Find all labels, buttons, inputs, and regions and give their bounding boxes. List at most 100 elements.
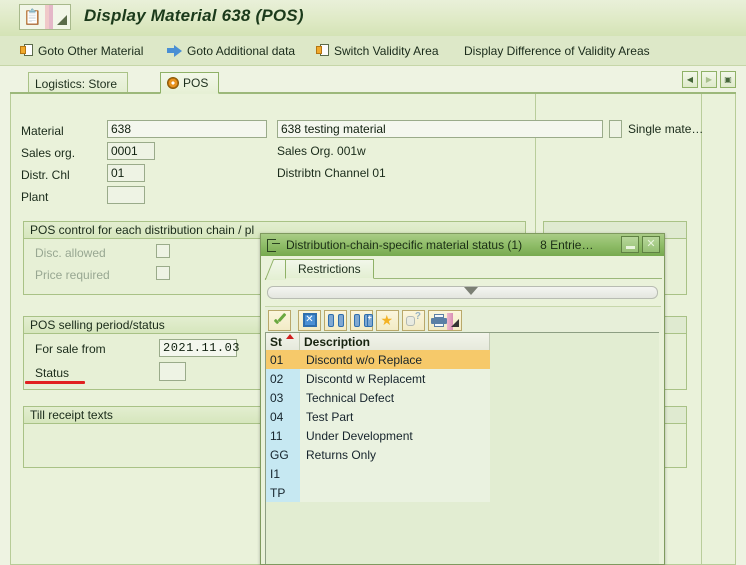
table-row[interactable]: I1 (266, 464, 490, 483)
row-description: Test Part (300, 407, 490, 426)
tab-strip: Logistics: Store POS ◀ ▶ ▣ (10, 71, 736, 94)
tab-restrictions-label: Restrictions (298, 262, 361, 276)
row-description (300, 483, 490, 502)
goto-other-material-label: Goto Other Material (38, 43, 144, 58)
personal-value-list-button[interactable]: ★ (376, 309, 399, 331)
find-next-button[interactable]: + (350, 309, 373, 331)
for-sale-from-label: For sale from (35, 342, 106, 356)
tab-prev-button[interactable]: ◀ (682, 71, 698, 88)
material-status-table: St Description 01 Discontd w/o Replace 0… (265, 332, 659, 564)
sap-system-menu-icon: 📋 (23, 8, 42, 26)
page-title: Display Material 638 (POS) (84, 6, 304, 25)
distr-chl-row: Distr. Chl (21, 166, 107, 184)
row-description (300, 464, 490, 483)
table-header-row: St Description (266, 333, 490, 351)
check-icon (273, 315, 287, 326)
row-status-code: I1 (266, 464, 300, 483)
status-input[interactable] (159, 362, 186, 381)
goto-additional-data-button[interactable]: Goto Additional data (167, 41, 295, 60)
tab-next-icon: ▶ (705, 74, 713, 84)
display-difference-validity-areas-button[interactable]: Display Difference of Validity Areas (464, 41, 650, 60)
table-row[interactable]: 11 Under Development (266, 426, 490, 445)
sales-org-row: Sales org. (21, 144, 107, 162)
table-row[interactable]: 02 Discontd w Replacemt (266, 369, 490, 388)
tab-next-button[interactable]: ▶ (701, 71, 717, 88)
tab-logistics-store[interactable]: Logistics: Store (28, 72, 129, 94)
material-input[interactable]: 638 (107, 120, 267, 138)
table-row[interactable]: TP (266, 483, 490, 502)
dialog-minimize-button[interactable] (621, 236, 639, 253)
material-row: Material (21, 122, 107, 140)
dialog-window-buttons: ✕ (621, 236, 660, 253)
row-description: Discontd w/o Replace (300, 350, 490, 369)
star-favorite-icon: ★ (380, 311, 394, 328)
for-sale-from-input[interactable]: 2021.11.03 (159, 339, 240, 357)
table-body: 01 Discontd w/o Replace 02 Discontd w Re… (266, 350, 490, 502)
dialog-title-bar[interactable]: Distribution-chain-specific material sta… (261, 234, 664, 256)
cancel-x-icon: ✕ (302, 313, 317, 327)
print-button[interactable] (428, 309, 462, 331)
switch-validity-area-button[interactable]: Switch Validity Area (316, 41, 439, 60)
distr-chl-description: Distribtn Channel 01 (277, 166, 386, 180)
help-button[interactable] (402, 309, 425, 331)
table-row[interactable]: 01 Discontd w/o Replace (266, 350, 490, 369)
content-divider-right (701, 94, 702, 564)
find-next-binoculars-icon: + (353, 313, 373, 327)
tab-restrictions[interactable]: Restrictions (285, 259, 374, 279)
row-status-code: 11 (266, 426, 300, 445)
goto-other-material-button[interactable]: Goto Other Material (20, 41, 143, 60)
dialog-window-icon (267, 238, 281, 252)
plant-input[interactable] (107, 186, 145, 204)
sales-org-description: Sales Org. 001w (277, 144, 366, 158)
dialog-splitter-scrollbar[interactable] (267, 286, 658, 299)
row-status-code: 02 (266, 369, 300, 388)
system-menu-button[interactable]: 📋 (19, 4, 71, 30)
document-arrow-icon (316, 43, 330, 58)
table-row[interactable]: GG Returns Only (266, 445, 490, 464)
check-icon-button[interactable] (268, 309, 291, 331)
find-button[interactable] (324, 309, 347, 331)
document-arrow-icon (20, 43, 34, 58)
tab-list-button[interactable]: ▣ (720, 71, 736, 88)
row-description: Discontd w Replacemt (300, 369, 490, 388)
row-status-code: 03 (266, 388, 300, 407)
column-header-st[interactable]: St (266, 333, 300, 350)
goto-additional-data-label: Goto Additional data (187, 43, 296, 58)
single-material-indicator (609, 120, 622, 138)
table-row[interactable]: 03 Technical Defect (266, 388, 490, 407)
distr-chl-input[interactable]: 01 (107, 164, 145, 182)
cancel-icon-button[interactable]: ✕ (298, 309, 321, 331)
dialog-close-button[interactable]: ✕ (642, 236, 660, 253)
tab-pos[interactable]: POS (160, 72, 220, 94)
tab-pos-label: POS (183, 76, 209, 90)
table-row[interactable]: 04 Test Part (266, 407, 490, 426)
tab-prev-icon: ◀ (686, 74, 694, 84)
hand-help-icon (406, 312, 421, 327)
disc-allowed-checkbox[interactable] (156, 244, 170, 258)
column-header-st-label: St (270, 334, 282, 349)
display-difference-validity-areas-label: Display Difference of Validity Areas (464, 43, 650, 58)
sales-org-input[interactable]: 0001 (107, 142, 155, 160)
print-icon (431, 313, 447, 327)
dialog-toolbar: ✕ + ★ (265, 306, 661, 333)
status-label: Status (35, 366, 70, 380)
row-status-code: 04 (266, 407, 300, 426)
tab-nav-buttons: ◀ ▶ ▣ (682, 71, 736, 88)
system-menu-dropdown-icon[interactable] (53, 5, 70, 29)
material-label: Material (21, 124, 64, 138)
price-required-label: Price required (35, 268, 110, 282)
price-required-checkbox[interactable] (156, 266, 170, 280)
column-header-description[interactable]: Description (300, 333, 490, 350)
distr-chl-label: Distr. Chl (21, 168, 70, 182)
print-dropdown-icon[interactable] (451, 318, 459, 327)
plant-row: Plant (21, 188, 107, 206)
row-description: Returns Only (300, 445, 490, 464)
splitter-handle-icon[interactable] (464, 287, 478, 295)
close-icon: ✕ (646, 238, 656, 250)
plant-label: Plant (21, 190, 49, 204)
material-description-input[interactable]: 638 testing material (277, 120, 603, 138)
radio-orange-icon (167, 77, 179, 89)
row-description: Under Development (300, 426, 490, 445)
row-status-code: TP (266, 483, 300, 502)
column-header-description-label: Description (304, 334, 371, 349)
